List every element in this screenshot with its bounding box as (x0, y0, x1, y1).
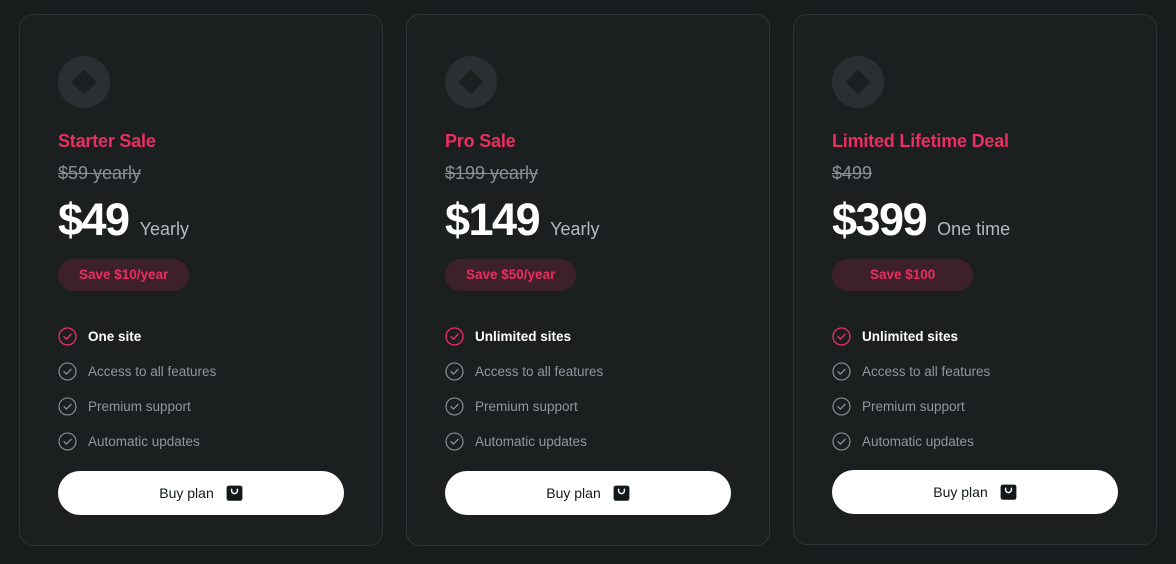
diamond-in-circle-icon (445, 56, 497, 108)
feature-label: Premium support (475, 399, 578, 415)
check-circle-icon (445, 362, 464, 381)
diamond-in-circle-icon (832, 56, 884, 108)
list-item: Access to all features (445, 359, 731, 385)
check-circle-icon (832, 362, 851, 381)
feature-label: Premium support (88, 399, 191, 415)
shopping-bag-icon (613, 484, 630, 502)
buy-plan-button[interactable]: Buy plan (445, 471, 731, 515)
feature-label: Automatic updates (88, 434, 200, 450)
check-circle-icon (445, 397, 464, 416)
list-item: Unlimited sites (445, 324, 731, 350)
feature-label: One site (88, 329, 142, 345)
plan-title: Starter Sale (58, 131, 156, 151)
check-circle-icon (58, 362, 77, 381)
buy-plan-label: Buy plan (933, 484, 988, 500)
diamond-in-circle-icon (58, 56, 110, 108)
plan-price-period: One time (937, 219, 1011, 240)
feature-label: Automatic updates (862, 434, 974, 450)
list-item: Premium support (58, 394, 344, 420)
feature-label: Unlimited sites (862, 329, 959, 345)
plan-title: Limited Lifetime Deal (832, 131, 1009, 151)
plan-save-badge: Save $100 (832, 259, 974, 291)
check-circle-icon (58, 397, 77, 416)
plan-old-price: $59 yearly (58, 162, 142, 183)
check-circle-icon (832, 432, 851, 451)
plan-price-row: $149 Yearly (445, 197, 731, 242)
feature-label: Unlimited sites (475, 329, 572, 345)
list-item: Premium support (445, 394, 731, 420)
plan-title: Pro Sale (445, 131, 516, 151)
plan-save-badge: Save $10/year (58, 259, 190, 291)
shopping-bag-icon (226, 484, 243, 502)
shopping-bag-icon (1000, 483, 1017, 501)
feature-label: Access to all features (88, 364, 217, 380)
plan-old-price: $199 yearly (445, 162, 539, 183)
buy-plan-button[interactable]: Buy plan (58, 471, 344, 515)
check-circle-icon-active (58, 327, 77, 346)
list-item: One site (58, 324, 344, 350)
feature-label: Access to all features (475, 364, 604, 380)
list-item: Unlimited sites (832, 324, 1118, 350)
plan-price-period: Yearly (139, 219, 189, 240)
check-circle-icon-active (445, 327, 464, 346)
feature-label: Automatic updates (475, 434, 587, 450)
list-item: Access to all features (832, 359, 1118, 385)
buy-plan-label: Buy plan (546, 485, 601, 501)
list-item: Automatic updates (832, 429, 1118, 455)
plan-save-badge: Save $50/year (445, 259, 577, 291)
plan-price-amount: $149 (445, 194, 541, 246)
plan-price-amount: $399 (832, 194, 928, 246)
list-item: Automatic updates (445, 429, 731, 455)
check-circle-icon-active (832, 327, 851, 346)
check-circle-icon (58, 432, 77, 451)
list-item: Access to all features (58, 359, 344, 385)
plan-price-amount: $49 (58, 194, 130, 246)
plan-price-row: $399 One time (832, 197, 1118, 242)
plan-feature-list: Unlimited sites Access to all features P… (445, 324, 731, 455)
buy-plan-button[interactable]: Buy plan (832, 470, 1118, 514)
check-circle-icon (832, 397, 851, 416)
plan-price-period: Yearly (550, 219, 600, 240)
plan-feature-list: One site Access to all features Premium … (58, 324, 344, 455)
plan-feature-list: Unlimited sites Access to all features P… (832, 324, 1118, 455)
check-circle-icon (445, 432, 464, 451)
list-item: Premium support (832, 394, 1118, 420)
buy-plan-label: Buy plan (159, 485, 214, 501)
feature-label: Premium support (862, 399, 965, 415)
pricing-card-lifetime[interactable]: Limited Lifetime Deal $499 $399 One time… (793, 14, 1157, 545)
pricing-plans-grid: Starter Sale $59 yearly $49 Yearly Save … (0, 0, 1176, 546)
feature-label: Access to all features (862, 364, 991, 380)
plan-price-row: $49 Yearly (58, 197, 344, 242)
pricing-card-starter[interactable]: Starter Sale $59 yearly $49 Yearly Save … (19, 14, 383, 546)
plan-old-price: $499 (832, 162, 873, 183)
pricing-card-pro[interactable]: Pro Sale $199 yearly $149 Yearly Save $5… (406, 14, 770, 546)
list-item: Automatic updates (58, 429, 344, 455)
